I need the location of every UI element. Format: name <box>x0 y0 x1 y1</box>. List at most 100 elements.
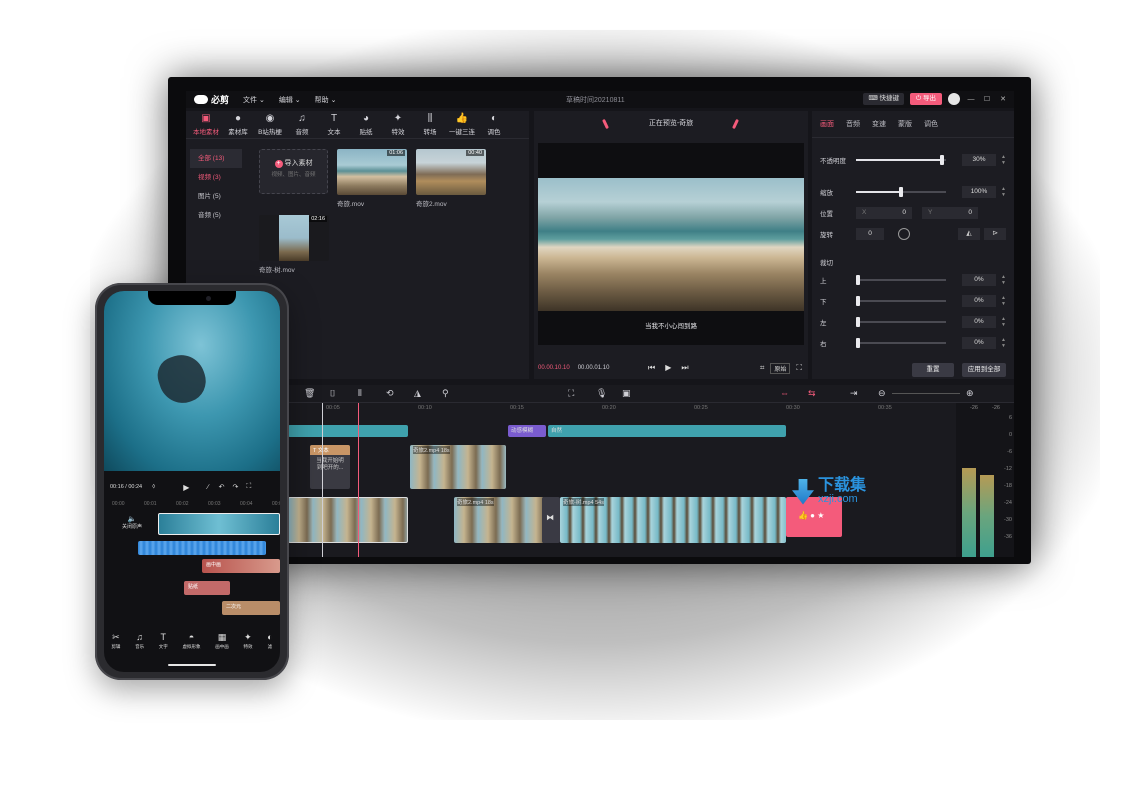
timeline-clip[interactable] <box>288 425 408 437</box>
phone-effect-clip[interactable]: 二次元 <box>222 601 280 615</box>
category-image[interactable]: 图片 (5) <box>190 187 242 206</box>
tab-color-grade[interactable]: ◐ 调色 <box>478 111 510 138</box>
phone-tool[interactable]: T 文字 <box>159 633 168 657</box>
tab-bilibili-memes[interactable]: ◉ B站热梗 <box>254 111 286 138</box>
stepper-icon[interactable]: ▲ ▼ <box>1001 337 1006 349</box>
tab-transitions[interactable]: ⫼ 转场 <box>414 111 446 138</box>
media-clip[interactable]: 01:06 奇旅.mov <box>337 149 407 208</box>
apply-all-button[interactable]: 应用到全部 <box>962 363 1006 377</box>
fullscreen-icon[interactable]: ⛶ <box>246 483 251 491</box>
trim-icon[interactable]: ⫴ <box>358 388 362 399</box>
play-icon[interactable]: ▶ <box>665 363 671 373</box>
tab-color[interactable]: 调色 <box>924 119 938 129</box>
category-all[interactable]: 全部 (13) <box>190 149 242 168</box>
import-media-button[interactable]: + 导入素材 视频、图片、音频 <box>259 149 328 194</box>
tab-speed[interactable]: 变速 <box>872 119 886 129</box>
phone-tool[interactable]: ✂ 剪辑 <box>111 633 120 657</box>
stepper-icon[interactable]: ▲ ▼ <box>1001 316 1006 328</box>
timeline-ruler[interactable]: 00:05 00:10 00:15 00:20 00:25 00:30 00:35 <box>186 403 946 415</box>
flip-horizontal-icon[interactable]: ◭ <box>958 228 980 240</box>
avatar[interactable] <box>948 93 960 105</box>
redo-icon[interactable]: ↷ <box>232 483 238 491</box>
delete-icon[interactable]: 🗑 <box>304 388 315 399</box>
tab-local-media[interactable]: ▣ 本地素材 <box>190 111 222 138</box>
flip-vertical-icon[interactable]: ⊳ <box>984 228 1006 240</box>
tab-text[interactable]: T 文本 <box>318 111 350 138</box>
phone-pip-clip[interactable]: 画中画 <box>202 559 280 573</box>
stepper-icon[interactable]: ▲ ▼ <box>1001 274 1006 286</box>
timeline-clip[interactable]: 奇旅-树.mp4 54s <box>560 497 786 543</box>
menu-file[interactable]: 文件 ⌄ <box>243 95 265 105</box>
microphone-icon[interactable]: 🎙 <box>596 388 607 399</box>
fullscreen-icon[interactable]: ⛶ <box>796 363 802 373</box>
menu-edit[interactable]: 编辑 ⌄ <box>279 95 301 105</box>
tab-effects[interactable]: ✦ 特效 <box>382 111 414 138</box>
phone-audio-clip[interactable] <box>138 541 266 555</box>
video-viewer[interactable]: 当我不小心闯到路 <box>538 143 804 345</box>
crop-bottom-slider[interactable] <box>856 296 946 306</box>
phone-video-clip[interactable] <box>158 513 280 535</box>
media-clip[interactable]: 00:40 奇旅2.mov <box>416 149 486 208</box>
rotation-field[interactable]: 0 <box>856 228 884 240</box>
scale-value[interactable]: 100% <box>962 186 996 198</box>
rotate-icon[interactable]: ⟲ <box>386 388 394 399</box>
camera-icon[interactable]: ▣ <box>622 388 631 399</box>
stepper-icon[interactable]: ▲ ▼ <box>1001 295 1006 307</box>
zoom-in-icon[interactable]: ⊕ <box>966 388 974 399</box>
crop-left-slider[interactable] <box>856 317 946 327</box>
split-icon[interactable]: ⌷ <box>330 388 335 399</box>
tab-triple-like[interactable]: 👍 一键三连 <box>446 111 478 138</box>
reset-button[interactable]: 重置 <box>912 363 954 377</box>
media-clip[interactable]: 02:16 奇旅-树.mov <box>259 215 329 274</box>
next-frame-icon[interactable]: ⏭ <box>681 363 688 373</box>
close-icon[interactable]: ✕ <box>998 95 1008 103</box>
tab-audio[interactable]: ♫ 音频 <box>286 111 318 138</box>
phone-tool[interactable]: ◓ 虚拟形象 <box>183 633 201 657</box>
crop-left-value[interactable]: 0% <box>962 316 996 328</box>
phone-video-preview[interactable] <box>104 291 280 471</box>
zoom-slider[interactable] <box>892 393 960 394</box>
scale-slider[interactable] <box>856 187 946 197</box>
crop-top-slider[interactable] <box>856 275 946 285</box>
curve-icon[interactable]: ∕ <box>207 484 208 491</box>
timeline-clip[interactable]: 奇旅2.mp4 18s <box>454 497 544 543</box>
rotation-dial-icon[interactable] <box>898 228 910 240</box>
tab-media-library[interactable]: ● 素材库 <box>222 111 254 138</box>
position-x-field[interactable]: X0 <box>856 207 912 219</box>
text-clip[interactable]: T 文本 当我开始明 到吧开的... <box>310 445 350 489</box>
tab-mask[interactable]: 蒙版 <box>898 119 912 129</box>
maximize-icon[interactable]: ☐ <box>982 95 992 103</box>
opacity-value[interactable]: 30% <box>962 154 996 166</box>
snap-icon[interactable]: ⇔ <box>780 388 789 399</box>
mute-toggle[interactable]: 🔈 关闭原声 <box>110 515 154 530</box>
prev-frame-icon[interactable]: ⏮ <box>648 363 655 373</box>
fit-icon[interactable]: ⇥ <box>850 388 858 399</box>
menu-help[interactable]: 帮助 ⌄ <box>315 95 337 105</box>
timeline-clip[interactable]: 奇旅2.mp4 18s <box>410 445 506 489</box>
mirror-icon[interactable]: ◮ <box>414 388 421 399</box>
position-y-field[interactable]: Y0 <box>922 207 978 219</box>
tab-picture[interactable]: 画面 <box>820 119 834 129</box>
opacity-slider[interactable] <box>856 155 946 165</box>
zoom-out-icon[interactable]: ⊖ <box>878 388 886 399</box>
category-audio[interactable]: 音频 (5) <box>190 206 242 225</box>
play-icon[interactable]: ▶ <box>183 483 189 492</box>
category-video[interactable]: 视频 (3) <box>190 168 242 187</box>
keyframe-icon[interactable]: ⬨ <box>152 483 155 491</box>
tab-audio[interactable]: 音频 <box>846 119 860 129</box>
screenshot-icon[interactable]: ⛶ <box>568 388 574 399</box>
minimize-icon[interactable]: — <box>966 96 976 103</box>
crop-top-value[interactable]: 0% <box>962 274 996 286</box>
transition-handle[interactable]: ⧓ <box>542 497 560 543</box>
phone-tool[interactable]: ✦ 特效 <box>243 633 252 657</box>
phone-tool[interactable]: ◐ 滤 <box>267 633 272 657</box>
shortcut-button[interactable]: ⌨ 快捷键 <box>863 93 905 105</box>
timeline-clip[interactable] <box>288 497 408 543</box>
filter-clip[interactable]: 自然 <box>548 425 786 437</box>
crop-right-value[interactable]: 0% <box>962 337 996 349</box>
stepper-icon[interactable]: ▲ ▼ <box>1001 186 1006 198</box>
playhead[interactable] <box>322 403 323 557</box>
crop-right-slider[interactable] <box>856 338 946 348</box>
stepper-icon[interactable]: ▲ ▼ <box>1001 154 1006 166</box>
pin-icon[interactable]: ⚲ <box>442 388 449 399</box>
